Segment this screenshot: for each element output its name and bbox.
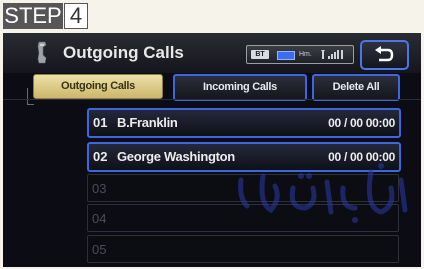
call-list-item[interactable]: 01 B.Franklin 00 / 00 00:00 (87, 108, 401, 138)
battery-icon (277, 51, 295, 60)
tab-outgoing-calls[interactable]: Outgoing Calls (33, 74, 163, 99)
signal-icon (321, 50, 343, 59)
row-index: 01 (93, 115, 108, 130)
step-banner: STEP 4 (0, 0, 424, 33)
header-bar: Outgoing Calls BT Hm. (3, 33, 421, 73)
back-button[interactable] (360, 40, 409, 70)
row-index: 05 (92, 242, 107, 257)
screen-title: Outgoing Calls (63, 43, 184, 62)
watermark-logo (238, 163, 408, 223)
carrier-text: Hm. (299, 51, 312, 58)
back-arrow-icon (375, 46, 394, 62)
tab-incoming-calls[interactable]: Incoming Calls (173, 74, 307, 101)
row-index: 03 (92, 181, 107, 196)
call-time: 00 / 00 00:00 (328, 116, 395, 130)
bluetooth-icon: BT (251, 50, 269, 59)
phone-icon (37, 41, 47, 64)
call-list-item[interactable]: 05 (87, 235, 399, 263)
contact-name: George Washington (117, 149, 235, 164)
row-index: 02 (93, 149, 108, 164)
divider (3, 99, 421, 100)
step-label: STEP (3, 3, 63, 29)
contact-name: B.Franklin (117, 115, 178, 130)
delete-all-button[interactable]: Delete All (312, 74, 400, 101)
row-index: 04 (92, 211, 107, 226)
step-number: 4 (64, 3, 88, 29)
status-panel: BT Hm. (246, 45, 354, 64)
navigation-screen: Outgoing Calls BT Hm. Outgoing Calls Inc… (3, 33, 421, 267)
